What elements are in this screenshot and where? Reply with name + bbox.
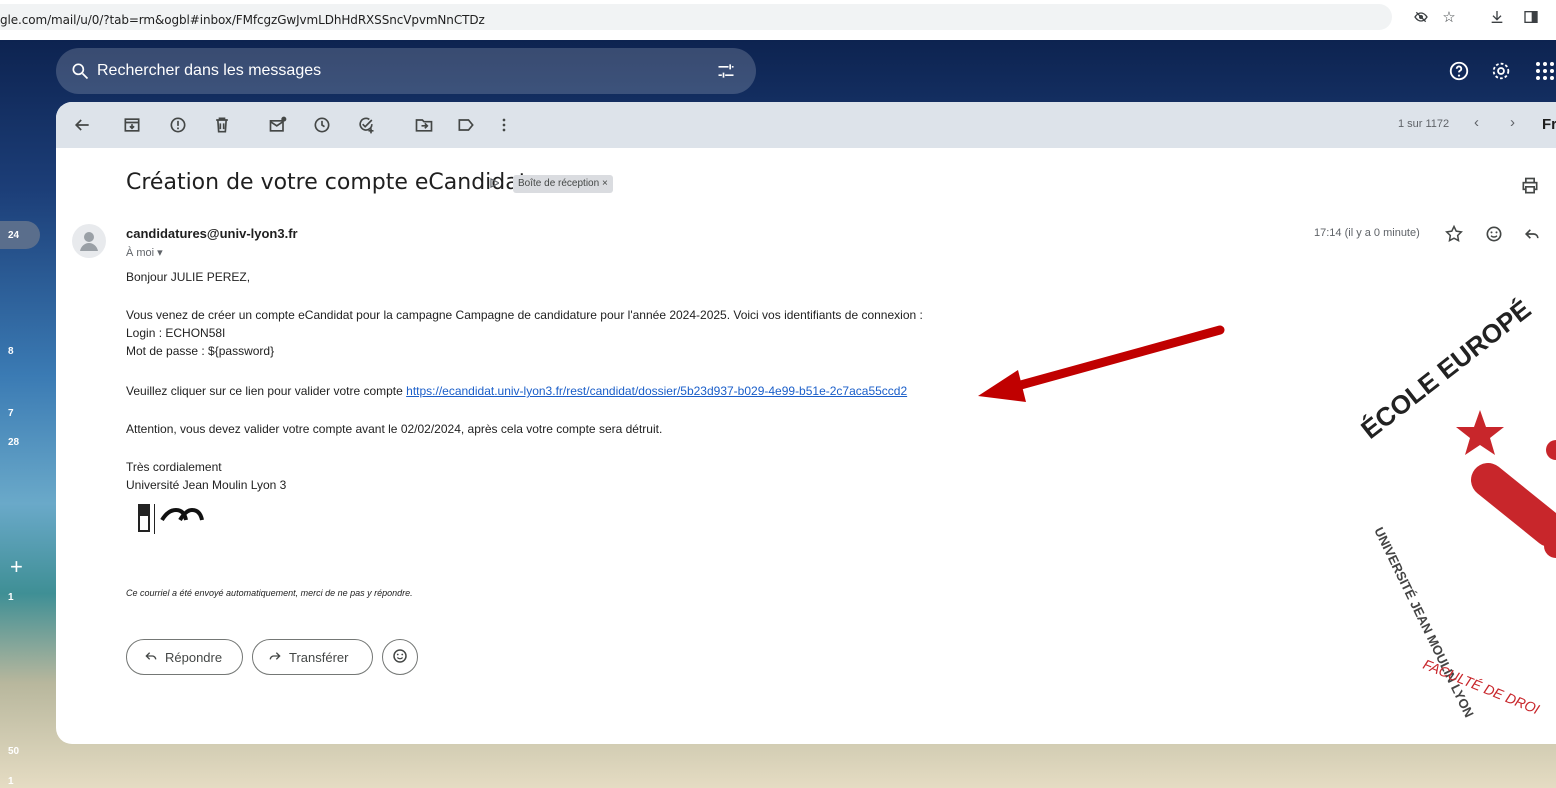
help-icon[interactable] [1448, 60, 1470, 82]
filter-options-icon[interactable] [716, 61, 736, 81]
label-tag-icon[interactable] [456, 115, 476, 135]
report-spam-icon[interactable] [168, 115, 188, 135]
emoji-reaction-icon[interactable] [1484, 224, 1504, 244]
download-icon[interactable] [1488, 9, 1506, 27]
address-bar[interactable]: gle.com/mail/u/0/?tab=rm&ogbl#inbox/FMfc… [0, 4, 1392, 30]
chevron-right-icon[interactable]: › [1510, 114, 1515, 131]
count-badge: 7 [8, 408, 14, 419]
signature-text: Université Jean Moulin Lyon 3 [126, 478, 287, 492]
validation-link[interactable]: https://ecandidat.univ-lyon3.fr/rest/can… [406, 384, 907, 398]
reply-icon [143, 648, 159, 667]
count-badge: 1 [8, 592, 14, 603]
url-text[interactable]: gle.com/mail/u/0/?tab=rm&ogbl#inbox/FMfc… [0, 13, 485, 27]
print-icon[interactable] [1520, 176, 1540, 196]
closing-text: Très cordialement [126, 460, 222, 474]
email-timestamp: 17:14 (il y a 0 minute) [1314, 227, 1420, 239]
eye-off-icon[interactable] [1412, 9, 1430, 27]
inbox-count-pill[interactable] [0, 221, 40, 249]
auto-sent-note: Ce courriel a été envoyé automatiquement… [126, 588, 413, 598]
password-line: Mot de passe : ${password} [126, 344, 275, 358]
archive-icon[interactable] [122, 115, 142, 135]
star-icon[interactable]: ☆ [1440, 9, 1458, 27]
message-toolbar: 1 sur 1172 ‹ › Fr [56, 102, 1556, 148]
sidepanel-icon[interactable] [1522, 9, 1540, 27]
faculty-stamp: ÉCOLE EUROPÉ UNIVERSITÉ JEAN MOULIN LYON… [1355, 290, 1556, 750]
mark-unread-icon[interactable] [268, 115, 288, 135]
avatar[interactable] [72, 224, 106, 258]
pagination-text: 1 sur 1172 [1398, 118, 1450, 130]
settings-gear-icon[interactable] [1490, 60, 1512, 82]
snooze-clock-icon[interactable] [312, 115, 332, 135]
left-rail: 24 8 7 28 + 1 50 1 [0, 40, 56, 788]
search-icon[interactable] [70, 61, 90, 81]
sender-email[interactable]: candidatures@univ-lyon3.fr [126, 226, 298, 241]
emoji-reaction-button[interactable] [382, 639, 418, 675]
move-to-icon[interactable] [414, 115, 434, 135]
recipient-toggle[interactable]: À moi ▾ [126, 246, 163, 259]
stamp-side-text: UNIVERSITÉ JEAN MOULIN LYON [1371, 525, 1476, 720]
count-badge: 1 [8, 776, 14, 787]
search-placeholder: Rechercher dans les messages [97, 62, 322, 79]
university-logo [136, 502, 236, 541]
count-badge: 50 [8, 746, 20, 757]
star-icon[interactable] [1444, 224, 1464, 244]
emoji-icon [391, 647, 409, 668]
search-input[interactable]: Rechercher dans les messages [56, 48, 756, 94]
reply-label: Répondre [165, 649, 223, 665]
greeting-text: Bonjour JULIE PEREZ, [126, 270, 251, 284]
validation-line: Veuillez cliquer sur ce lien pour valide… [126, 384, 907, 398]
importance-marker-icon[interactable]: ᐅ [489, 175, 500, 192]
language-label[interactable]: Fr [1542, 116, 1556, 133]
stamp-bottom-text: FACULTÉ DE DROI [1421, 656, 1542, 717]
inbox-label-chip[interactable]: Boîte de réception × [513, 175, 613, 193]
back-arrow-icon[interactable] [72, 115, 92, 135]
count-badge: 24 [8, 230, 20, 241]
warning-line: Attention, vous devez valider votre comp… [126, 422, 663, 436]
email-subject: Création de votre compte eCandidat [126, 170, 528, 195]
forward-label: Transférer [289, 649, 349, 665]
delete-icon[interactable] [212, 115, 232, 135]
plus-icon[interactable]: + [10, 554, 23, 580]
more-vert-icon[interactable] [494, 115, 514, 135]
annotation-arrow [978, 325, 1225, 402]
message-panel: 1 sur 1172 ‹ › Fr Création de votre comp… [56, 102, 1556, 744]
reply-button[interactable]: Répondre [126, 639, 243, 675]
stamp-top-text: ÉCOLE EUROPÉ [1360, 294, 1536, 445]
add-task-icon[interactable] [356, 115, 376, 135]
chevron-left-icon[interactable]: ‹ [1474, 114, 1479, 131]
count-badge: 28 [8, 437, 20, 448]
body-paragraph: Vous venez de créer un compte eCandidat … [126, 308, 923, 322]
login-line: Login : ECHON58I [126, 326, 226, 340]
validation-prefix: Veuillez cliquer sur ce lien pour valide… [126, 384, 407, 398]
count-badge: 8 [8, 346, 14, 357]
forward-button[interactable]: Transférer [252, 639, 373, 675]
reply-icon[interactable] [1522, 224, 1542, 244]
browser-toolbar: gle.com/mail/u/0/?tab=rm&ogbl#inbox/FMfc… [0, 0, 1556, 40]
forward-icon [267, 648, 283, 667]
apps-grid-icon[interactable] [1534, 60, 1556, 82]
